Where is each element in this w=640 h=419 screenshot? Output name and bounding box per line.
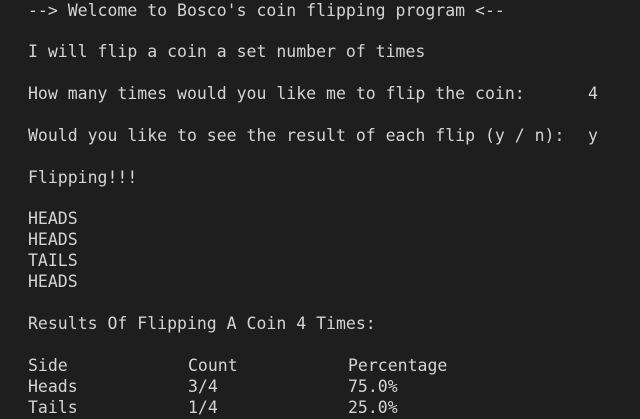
welcome-banner: --> Welcome to Bosco's coin flipping pro… — [28, 1, 505, 20]
terminal-output[interactable]: --> Welcome to Bosco's coin flipping pro… — [0, 0, 640, 419]
flip-result: TAILS — [28, 251, 78, 270]
flipping-text: Flipping!!! — [28, 168, 138, 187]
table-cell-count: 3/4 — [188, 377, 218, 396]
flip-result: HEADS — [28, 209, 78, 228]
show-flips-answer: y — [588, 126, 598, 145]
table-cell-percentage: 25.0% — [348, 398, 398, 417]
table-cell-percentage: 75.0% — [348, 377, 398, 396]
results-title: Results Of Flipping A Coin 4 Times: — [28, 314, 376, 333]
table-header-count: Count — [188, 356, 238, 375]
show-flips-prompt: Would you like to see the result of each… — [28, 126, 565, 145]
times-prompt: How many times would you like me to flip… — [28, 84, 525, 103]
intro-text: I will flip a coin a set number of times — [28, 42, 426, 61]
flip-result: HEADS — [28, 230, 78, 249]
table-cell-count: 1/4 — [188, 398, 218, 417]
table-header-side: Side — [28, 356, 68, 375]
times-answer: 4 — [588, 84, 598, 103]
table-header-percentage: Percentage — [348, 356, 448, 375]
flip-result: HEADS — [28, 272, 78, 291]
table-cell-side: Tails — [28, 398, 78, 417]
table-cell-side: Heads — [28, 377, 78, 396]
